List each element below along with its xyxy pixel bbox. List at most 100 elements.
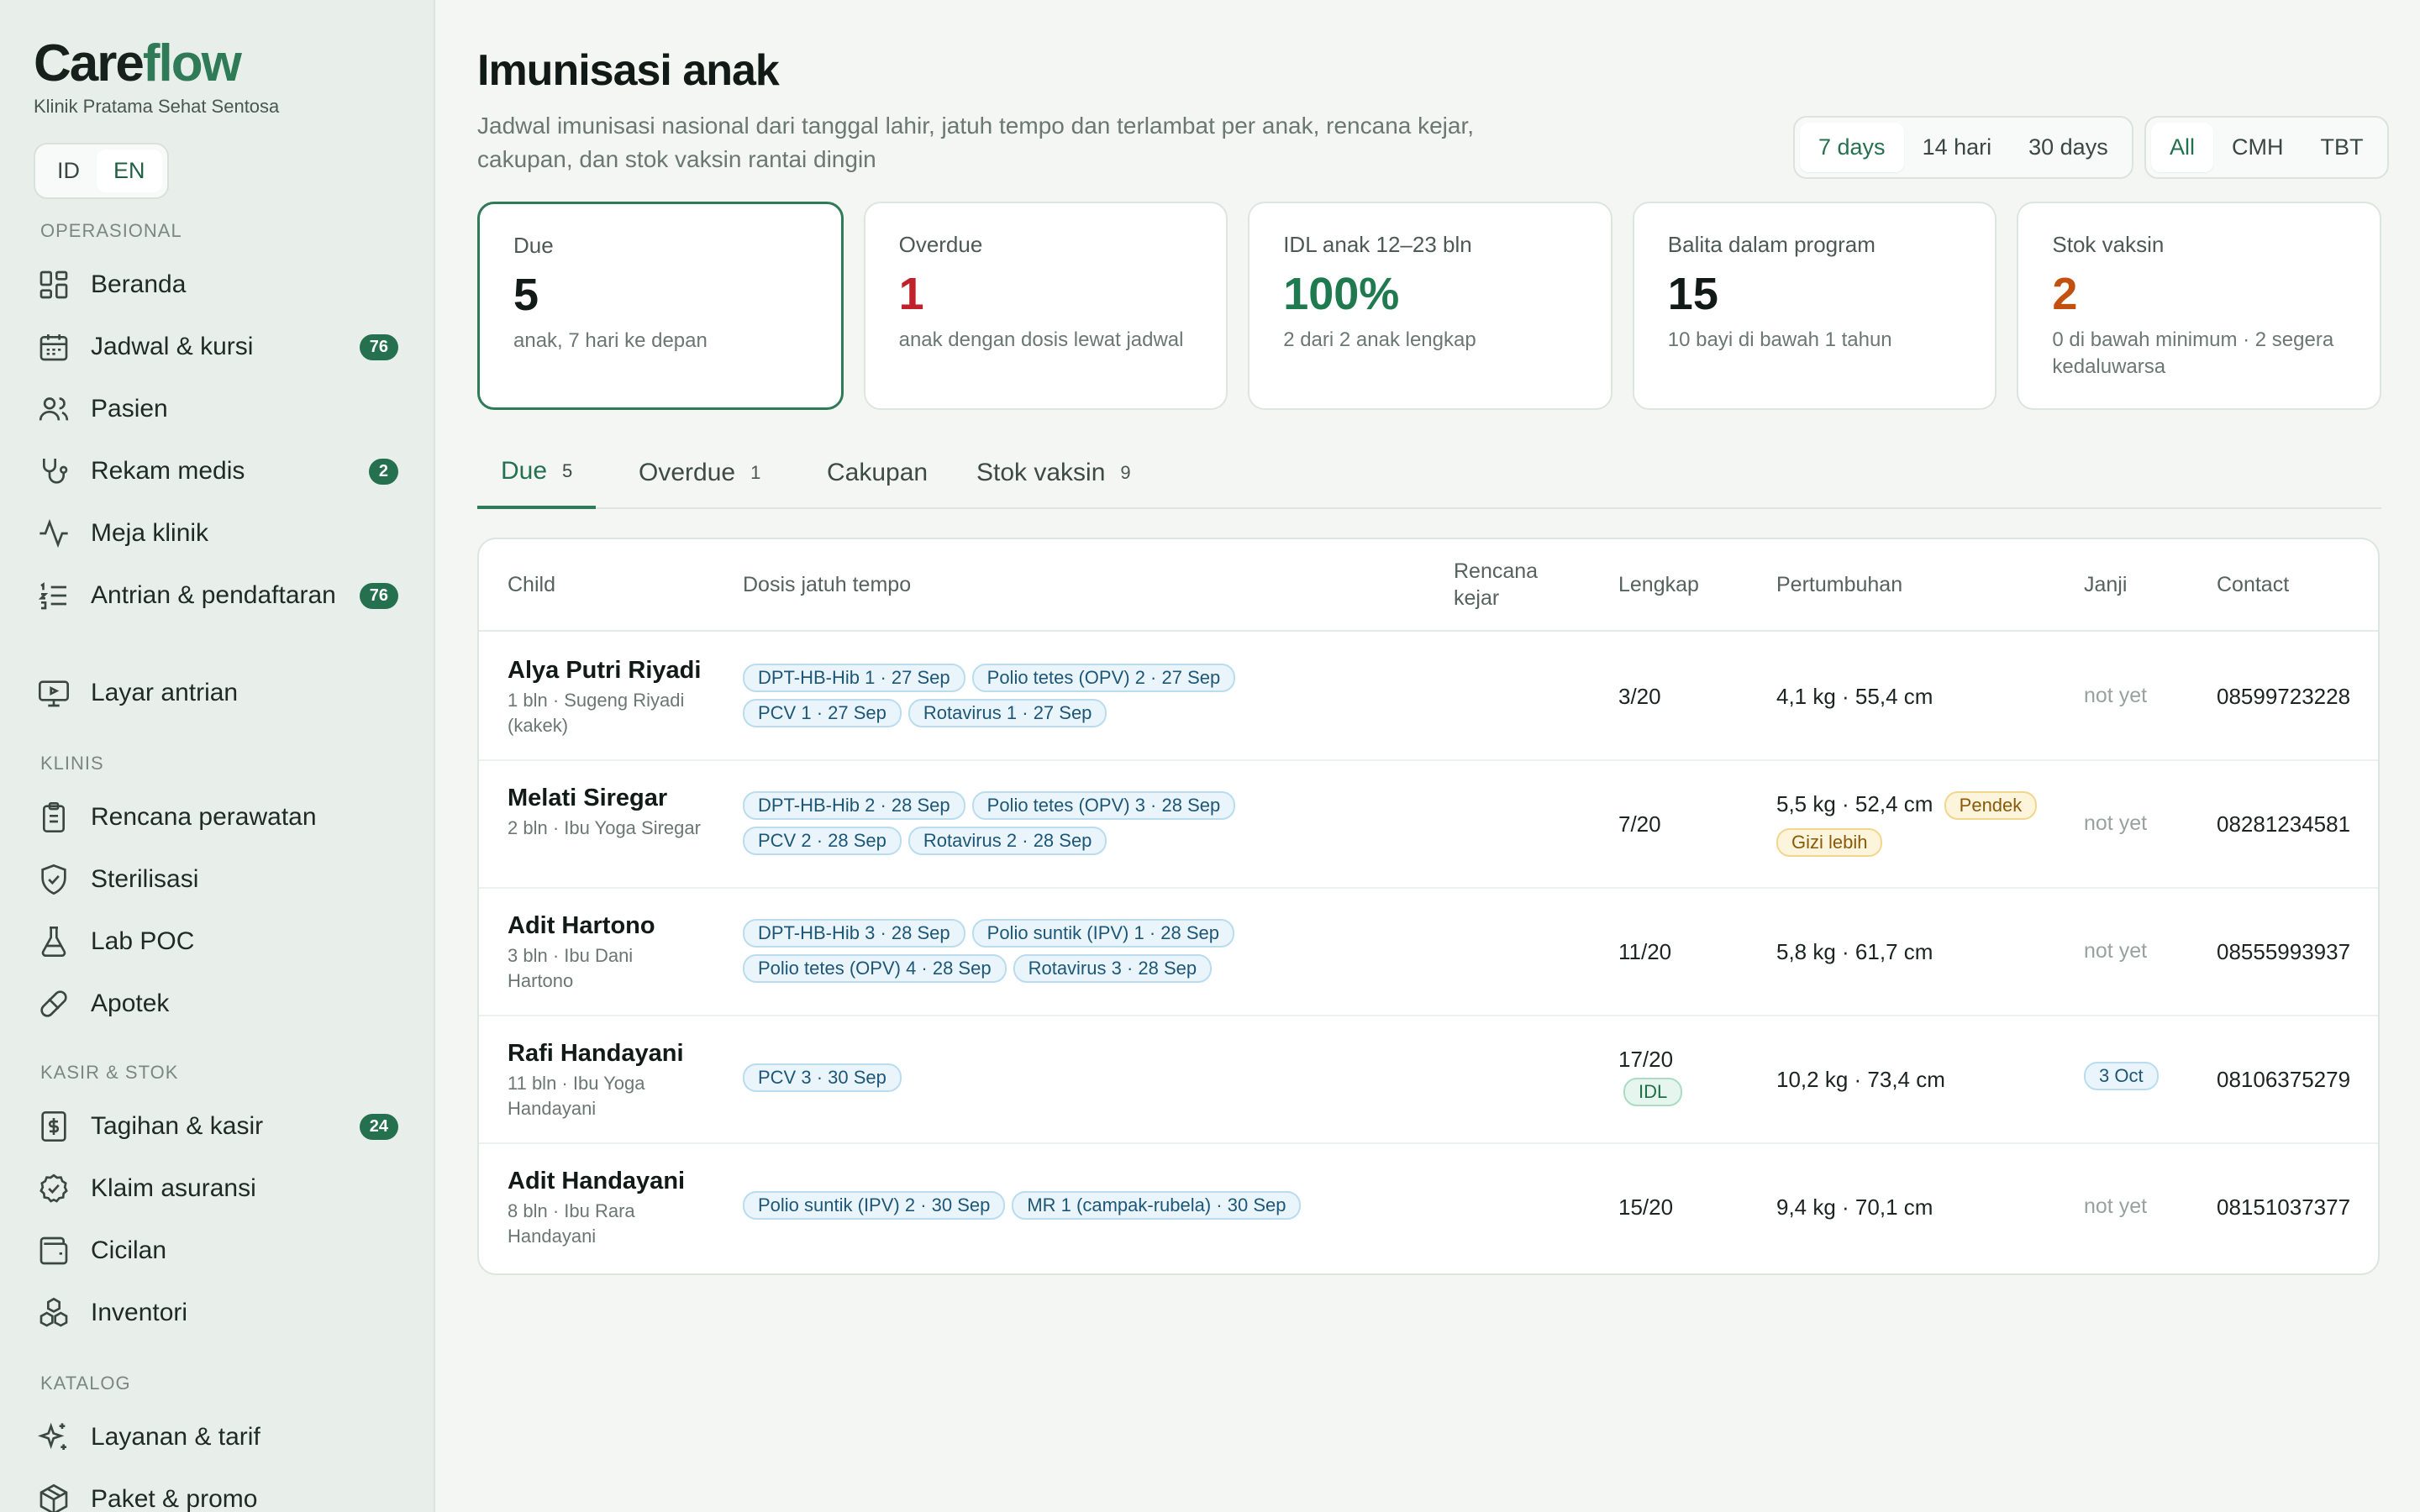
card-stok-vaksin[interactable]: Stok vaksin 2 0 di bawah minimum · 2 seg… xyxy=(2017,202,2381,410)
child-name[interactable]: Adit Hartono xyxy=(508,912,701,940)
sidebar-item-beranda[interactable]: Beranda xyxy=(37,267,398,302)
card-value: 1 xyxy=(898,269,924,319)
growth-flag-badge: Gizi lebih xyxy=(1776,828,1883,857)
count-badge: 76 xyxy=(359,333,398,360)
tab-label: Cakupan xyxy=(827,459,929,486)
table-row[interactable]: Adit Hartono 3 bln · Ibu Dani Hartono DP… xyxy=(479,889,2378,1016)
sidebar-item-inventori[interactable]: Inventori xyxy=(37,1295,398,1331)
section-label-kasir-stok: KASIR & STOK xyxy=(40,1062,179,1083)
dose-pill: Rotavirus 2 · 28 Sep xyxy=(908,827,1107,855)
site-tbt-button[interactable]: TBT xyxy=(2302,123,2382,172)
sidebar-item-apotek[interactable]: Apotek xyxy=(37,986,398,1021)
sidebar-item-klaim-asuransi[interactable]: Klaim asuransi xyxy=(37,1171,398,1206)
sidebar-item-label: Paket & promo xyxy=(91,1485,258,1512)
tab-count: 5 xyxy=(562,460,573,481)
dose-pill: PCV 2 · 28 Sep xyxy=(743,827,902,855)
contact-phone[interactable]: 08106375279 xyxy=(2217,1067,2350,1093)
brand-logo[interactable]: Careflow xyxy=(34,34,279,94)
sidebar-item-rencana-perawatan[interactable]: Rencana perawatan xyxy=(37,800,398,835)
card-overdue[interactable]: Overdue 1 anak dengan dosis lewat jadwal xyxy=(863,202,1228,410)
section-label-operasional: OPERASIONAL xyxy=(40,220,182,241)
lang-en-button[interactable]: EN xyxy=(97,150,162,192)
contact-phone[interactable]: 08555993937 xyxy=(2217,939,2350,965)
sidebar-item-lab-poc[interactable]: Lab POC xyxy=(37,924,398,959)
tab-overdue[interactable]: Overdue 1 xyxy=(615,437,784,509)
sidebar-item-layanan[interactable]: Layanan & tarif xyxy=(37,1420,398,1455)
contact-phone[interactable]: 08151037377 xyxy=(2217,1194,2350,1221)
child-cell: Alya Putri Riyadi 1 bln · Sugeng Riyadi … xyxy=(508,657,701,738)
card-value: 15 xyxy=(1667,269,1718,319)
site-cmh-button[interactable]: CMH xyxy=(2213,123,2302,172)
sidebar-item-meja-klinik[interactable]: Meja klinik xyxy=(37,516,398,551)
column-header-complete[interactable]: Lengkap xyxy=(1618,571,1699,598)
dose-pill: PCV 1 · 27 Sep xyxy=(743,699,902,727)
table-row[interactable]: Rafi Handayani 11 bln · Ibu Yoga Handaya… xyxy=(479,1016,2378,1144)
doses-cell: PCV 3 · 30 Sep xyxy=(743,1063,1281,1099)
sidebar-item-layar-antrian[interactable]: Layar antrian xyxy=(37,675,398,711)
dose-pill: MR 1 (campak-rubela) · 30 Sep xyxy=(1012,1191,1302,1220)
wallet-icon xyxy=(37,1234,71,1268)
range-14-hari-button[interactable]: 14 hari xyxy=(1904,123,2011,172)
sidebar-item-jadwal[interactable]: Jadwal & kursi 76 xyxy=(37,329,398,365)
sidebar-item-label: Klaim asuransi xyxy=(91,1174,256,1202)
card-value: 2 xyxy=(2052,269,2078,319)
dose-pill: Polio tetes (OPV) 4 · 28 Sep xyxy=(743,954,1007,983)
sidebar-item-tagihan[interactable]: Tagihan & kasir 24 xyxy=(37,1109,398,1144)
card-balita[interactable]: Balita dalam program 15 10 bayi di bawah… xyxy=(1632,202,1997,410)
table-row[interactable]: Melati Siregar 2 bln · Ibu Yoga Siregar … xyxy=(479,761,2378,889)
lang-id-button[interactable]: ID xyxy=(40,150,97,192)
appointment-date-badge[interactable]: 3 Oct xyxy=(2084,1062,2159,1090)
complete-count: 3/20 xyxy=(1618,684,1661,709)
section-label-klinis: KLINIS xyxy=(40,753,104,774)
table-row[interactable]: Alya Putri Riyadi 1 bln · Sugeng Riyadi … xyxy=(479,633,2378,761)
growth-measure: 4,1 kg · 55,4 cm xyxy=(1776,684,1933,709)
boxes-icon xyxy=(37,1296,71,1330)
tab-cakupan[interactable]: Cakupan xyxy=(803,437,951,509)
tab-label: Due xyxy=(501,457,548,485)
column-header-doses[interactable]: Dosis jatuh tempo xyxy=(743,571,911,598)
users-icon xyxy=(37,392,71,426)
column-header-contact[interactable]: Contact xyxy=(2217,571,2289,598)
range-30-days-button[interactable]: 30 days xyxy=(2010,123,2127,172)
complete-count: 7/20 xyxy=(1618,811,1661,837)
column-header-catchup[interactable]: Rencana kejar xyxy=(1454,558,1571,612)
site-all-button[interactable]: All xyxy=(2151,123,2214,172)
appointment-cell: 3 Oct xyxy=(2084,1062,2165,1097)
dose-pill: Polio tetes (OPV) 3 · 28 Sep xyxy=(971,791,1236,820)
range-7-days-button[interactable]: 7 days xyxy=(1800,123,1904,172)
sidebar-item-sterilisasi[interactable]: Sterilisasi xyxy=(37,862,398,897)
count-badge: 2 xyxy=(368,458,398,485)
column-header-growth[interactable]: Pertumbuhan xyxy=(1776,571,1902,598)
card-due[interactable]: Due 5 anak, 7 hari ke depan xyxy=(477,202,844,410)
main-content: Imunisasi anak Jadwal imunisasi nasional… xyxy=(477,0,2389,1512)
tab-stok-vaksin[interactable]: Stok vaksin 9 xyxy=(953,437,1155,509)
growth-measure: 10,2 kg · 73,4 cm xyxy=(1776,1067,1945,1092)
sidebar-item-paket[interactable]: Paket & promo xyxy=(37,1482,398,1512)
child-name[interactable]: Adit Handayani xyxy=(508,1168,701,1195)
table-header: Child Dosis jatuh tempo Rencana kejar Le… xyxy=(479,539,2378,632)
column-header-appt[interactable]: Janji xyxy=(2084,571,2127,598)
list-icon xyxy=(37,579,71,612)
growth-measure: 9,4 kg · 70,1 cm xyxy=(1776,1194,1933,1220)
tab-due[interactable]: Due 5 xyxy=(477,437,597,509)
card-subtext: anak, 7 hari ke depan xyxy=(513,329,708,352)
child-guardian: 1 bln · Sugeng Riyadi (kakek) xyxy=(508,690,685,736)
child-name[interactable]: Alya Putri Riyadi xyxy=(508,657,701,685)
column-header-child[interactable]: Child xyxy=(508,571,555,598)
contact-phone[interactable]: 08599723228 xyxy=(2217,684,2350,710)
sidebar-item-antrian[interactable]: Antrian & pendaftaran 76 xyxy=(37,578,398,613)
child-name[interactable]: Rafi Handayani xyxy=(508,1040,701,1068)
card-idl[interactable]: IDL anak 12–23 bln 100% 2 dari 2 anak le… xyxy=(1248,202,1612,410)
sidebar-item-pasien[interactable]: Pasien xyxy=(37,391,398,427)
sidebar-item-label: Layanan & tarif xyxy=(91,1423,260,1451)
sidebar-item-rekam-medis[interactable]: Rekam medis 2 xyxy=(37,454,398,489)
page-description: Jadwal imunisasi nasional dari tanggal l… xyxy=(477,113,1475,172)
table-row[interactable]: Adit Handayani 8 bln · Ibu Rara Handayan… xyxy=(479,1144,2378,1272)
sidebar-item-label: Layar antrian xyxy=(91,679,239,706)
shield-icon xyxy=(37,863,71,896)
contact-phone[interactable]: 08281234581 xyxy=(2217,811,2350,837)
card-label: Due xyxy=(513,233,554,258)
child-name[interactable]: Melati Siregar xyxy=(508,785,701,812)
sparkles-icon xyxy=(37,1420,71,1454)
sidebar-item-cicilan[interactable]: Cicilan xyxy=(37,1233,398,1268)
